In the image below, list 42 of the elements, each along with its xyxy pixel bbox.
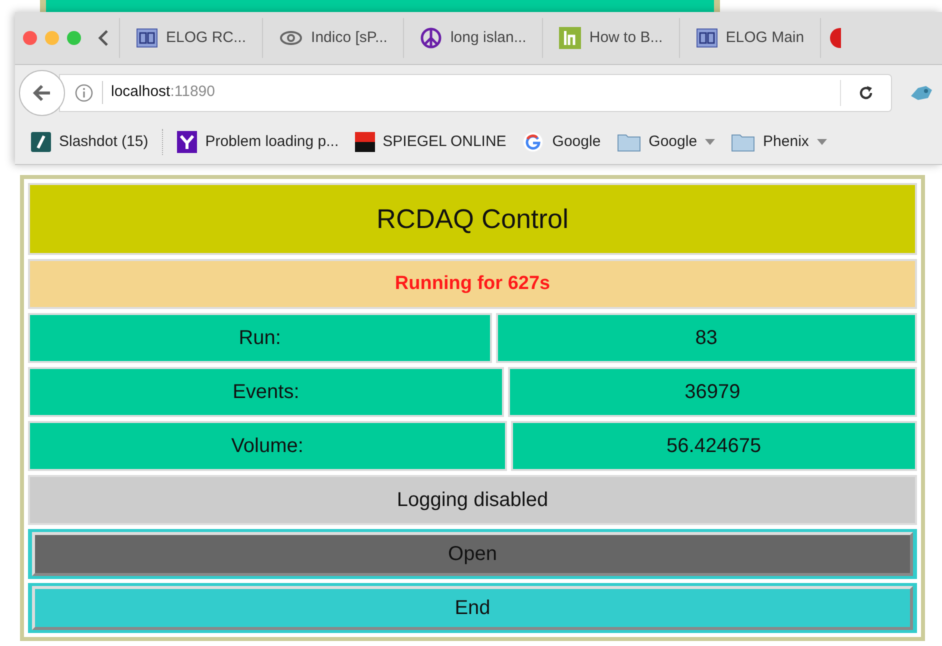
browser-tab[interactable]: How to B...	[542, 18, 679, 58]
browser-tab[interactable]: ELOG RC...	[119, 18, 262, 58]
split-logo-icon	[354, 132, 375, 152]
status-text: Running for 627s	[28, 259, 917, 309]
reload-icon[interactable]	[857, 84, 875, 102]
browser-tab[interactable]	[820, 18, 842, 58]
bookmark[interactable]: Slashdot (15)	[23, 130, 156, 154]
browser-tab[interactable]: ELOG Main	[678, 18, 820, 58]
caret-icon	[816, 139, 827, 145]
field-label: Run:	[28, 313, 492, 363]
field-label: Volume:	[28, 421, 507, 471]
field-value: 83	[496, 313, 917, 363]
logging-status: Logging disabled	[28, 475, 917, 525]
bookmark[interactable]: Google	[514, 130, 609, 154]
ring-icon	[279, 29, 304, 47]
folder-icon	[616, 132, 641, 152]
g-logo-icon	[522, 131, 544, 153]
peace-icon	[420, 27, 442, 49]
document-icon	[696, 27, 718, 49]
close-icon[interactable]	[23, 31, 37, 45]
caret-icon	[705, 139, 716, 145]
back-chevron-icon[interactable]	[97, 28, 111, 48]
address-field[interactable]: localhost:11890	[59, 74, 892, 112]
end-button[interactable]: End	[32, 586, 913, 630]
field-label: Events:	[28, 367, 504, 417]
document-icon	[136, 27, 158, 49]
square-logo-icon	[559, 27, 582, 49]
y-logo-icon	[177, 131, 198, 153]
field-value: 56.424675	[510, 421, 918, 471]
panel-title: RCDAQ Control	[28, 183, 917, 255]
slash-logo-icon	[31, 132, 51, 152]
browser-tab[interactable]: long islan...	[403, 18, 542, 58]
bookmark[interactable]: Problem loading p...	[169, 130, 347, 154]
folder-icon	[731, 132, 756, 152]
bookmark[interactable]: Phenix	[723, 130, 835, 154]
bookmark[interactable]: Google	[608, 130, 724, 154]
bookmark[interactable]: SPIEGEL ONLINE	[346, 130, 514, 154]
browser-tab[interactable]: Indico [sP...	[262, 18, 404, 58]
url-text: localhost:11890	[102, 81, 215, 104]
field-value: 36979	[508, 367, 918, 417]
back-button[interactable]	[19, 70, 65, 116]
info-icon[interactable]	[74, 82, 94, 102]
